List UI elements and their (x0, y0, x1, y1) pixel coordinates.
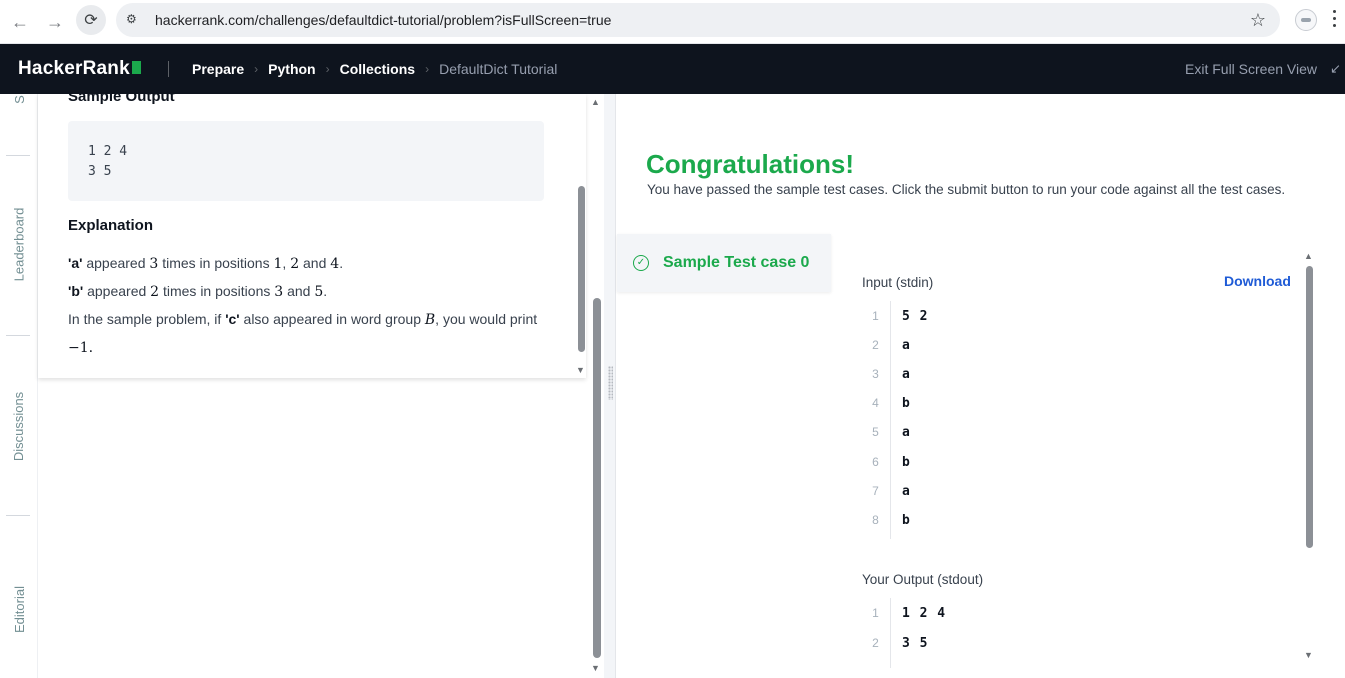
browser-toolbar: ← → ⟳ ⚙ hackerrank.com/challenges/defaul… (0, 0, 1345, 44)
download-link[interactable]: Download (1224, 273, 1291, 289)
left-pane-scroll-thumb[interactable] (593, 298, 601, 658)
kebab-menu-icon[interactable] (1333, 10, 1337, 30)
breadcrumb-collections[interactable]: Collections (340, 61, 415, 77)
tab-editorial[interactable]: Editorial (0, 569, 38, 649)
hackerrank-logo[interactable]: HackerRank (18, 58, 141, 80)
output-line: 11 2 4 (872, 606, 947, 621)
input-line: 8b (872, 513, 911, 528)
breadcrumb-python[interactable]: Python (268, 61, 315, 77)
breadcrumb-current: DefaultDict Tutorial (439, 61, 558, 77)
back-icon[interactable]: ← (6, 8, 34, 36)
url-text[interactable]: hackerrank.com/challenges/defaultdict-tu… (155, 12, 611, 28)
pane-splitter[interactable] (604, 94, 616, 678)
results-panel: Congratulations! You have passed the sam… (617, 94, 1345, 678)
result-subtitle: You have passed the sample test cases. C… (647, 182, 1286, 197)
scroll-down-arrow-icon[interactable]: ▼ (591, 663, 600, 673)
sample-output-line: 1 2 4 (88, 144, 128, 159)
sample-output-block: 1 2 4 3 5 (68, 121, 544, 201)
breadcrumb-prepare[interactable]: Prepare (192, 61, 244, 77)
problem-panel: Sample Output 1 2 4 3 5 Explanation 'a' … (38, 94, 586, 378)
breadcrumb: Prepare › Python › Collections › Default… (192, 61, 557, 77)
tab-divider (6, 515, 30, 516)
input-line: 7a (872, 484, 911, 499)
check-circle-icon: ✓ (633, 255, 649, 271)
explanation-line-d: −1. (68, 340, 94, 356)
tab-discussions[interactable]: Discussions (0, 376, 38, 476)
results-scroll-thumb[interactable] (1306, 266, 1313, 548)
chevron-right-icon: › (254, 62, 259, 76)
explanation-line-a: 'a' appeared 3 times in positions 1, 2 a… (68, 255, 344, 272)
header-divider (168, 61, 169, 77)
chevron-right-icon: › (425, 62, 430, 76)
scroll-up-arrow-icon[interactable]: ▲ (591, 97, 600, 107)
explanation-title: Explanation (68, 217, 154, 234)
input-line: 2a (872, 338, 911, 353)
input-line: 4b (872, 396, 911, 411)
bookmark-star-icon[interactable]: ☆ (1250, 10, 1266, 31)
tab-divider (6, 335, 30, 336)
input-line: 6b (872, 455, 911, 470)
tab-leaderboard[interactable]: Leaderboard (0, 194, 38, 294)
input-line: 3a (872, 367, 911, 382)
logo-block-icon (131, 61, 141, 74)
scroll-down-arrow-icon[interactable]: ▼ (1304, 650, 1313, 660)
scroll-up-arrow-icon[interactable]: ▲ (1304, 251, 1313, 261)
profile-icon[interactable] (1295, 9, 1317, 31)
drag-handle-icon[interactable] (608, 366, 613, 400)
input-line: 5a (872, 425, 911, 440)
output-label: Your Output (stdout) (862, 572, 984, 587)
collapse-icon[interactable]: ↙ (1330, 61, 1345, 77)
side-tabs: S Leaderboard Discussions Editorial (0, 94, 38, 678)
explanation-line-b: 'b' appeared 2 times in positions 3 and … (68, 283, 328, 300)
site-header: HackerRank Prepare › Python › Collection… (0, 44, 1345, 94)
site-settings-icon[interactable]: ⚙ (126, 12, 142, 28)
tab-divider (6, 155, 30, 156)
problem-scroll-thumb[interactable] (578, 186, 585, 352)
sample-output-title: Sample Output (68, 94, 175, 105)
result-title: Congratulations! (646, 149, 854, 179)
output-line: 23 5 (872, 636, 929, 651)
scroll-down-arrow-icon[interactable]: ▼ (576, 365, 585, 375)
address-bar[interactable]: ⚙ hackerrank.com/challenges/defaultdict-… (116, 3, 1280, 37)
explanation-line-c: In the sample problem, if 'c' also appea… (68, 311, 538, 328)
tab-problem-partial[interactable]: S (0, 92, 38, 106)
forward-icon[interactable]: → (41, 8, 69, 36)
reload-icon[interactable]: ⟳ (76, 5, 106, 35)
chevron-right-icon: › (325, 62, 330, 76)
exit-full-screen-link[interactable]: Exit Full Screen View (1185, 61, 1317, 77)
input-line: 15 2 (872, 309, 929, 324)
input-label: Input (stdin) (862, 275, 934, 290)
test-case-label: Sample Test case 0 (663, 254, 810, 271)
sample-output-line: 3 5 (88, 164, 112, 179)
tab-sample-test-case-0[interactable]: ✓ Sample Test case 0 (617, 234, 831, 292)
